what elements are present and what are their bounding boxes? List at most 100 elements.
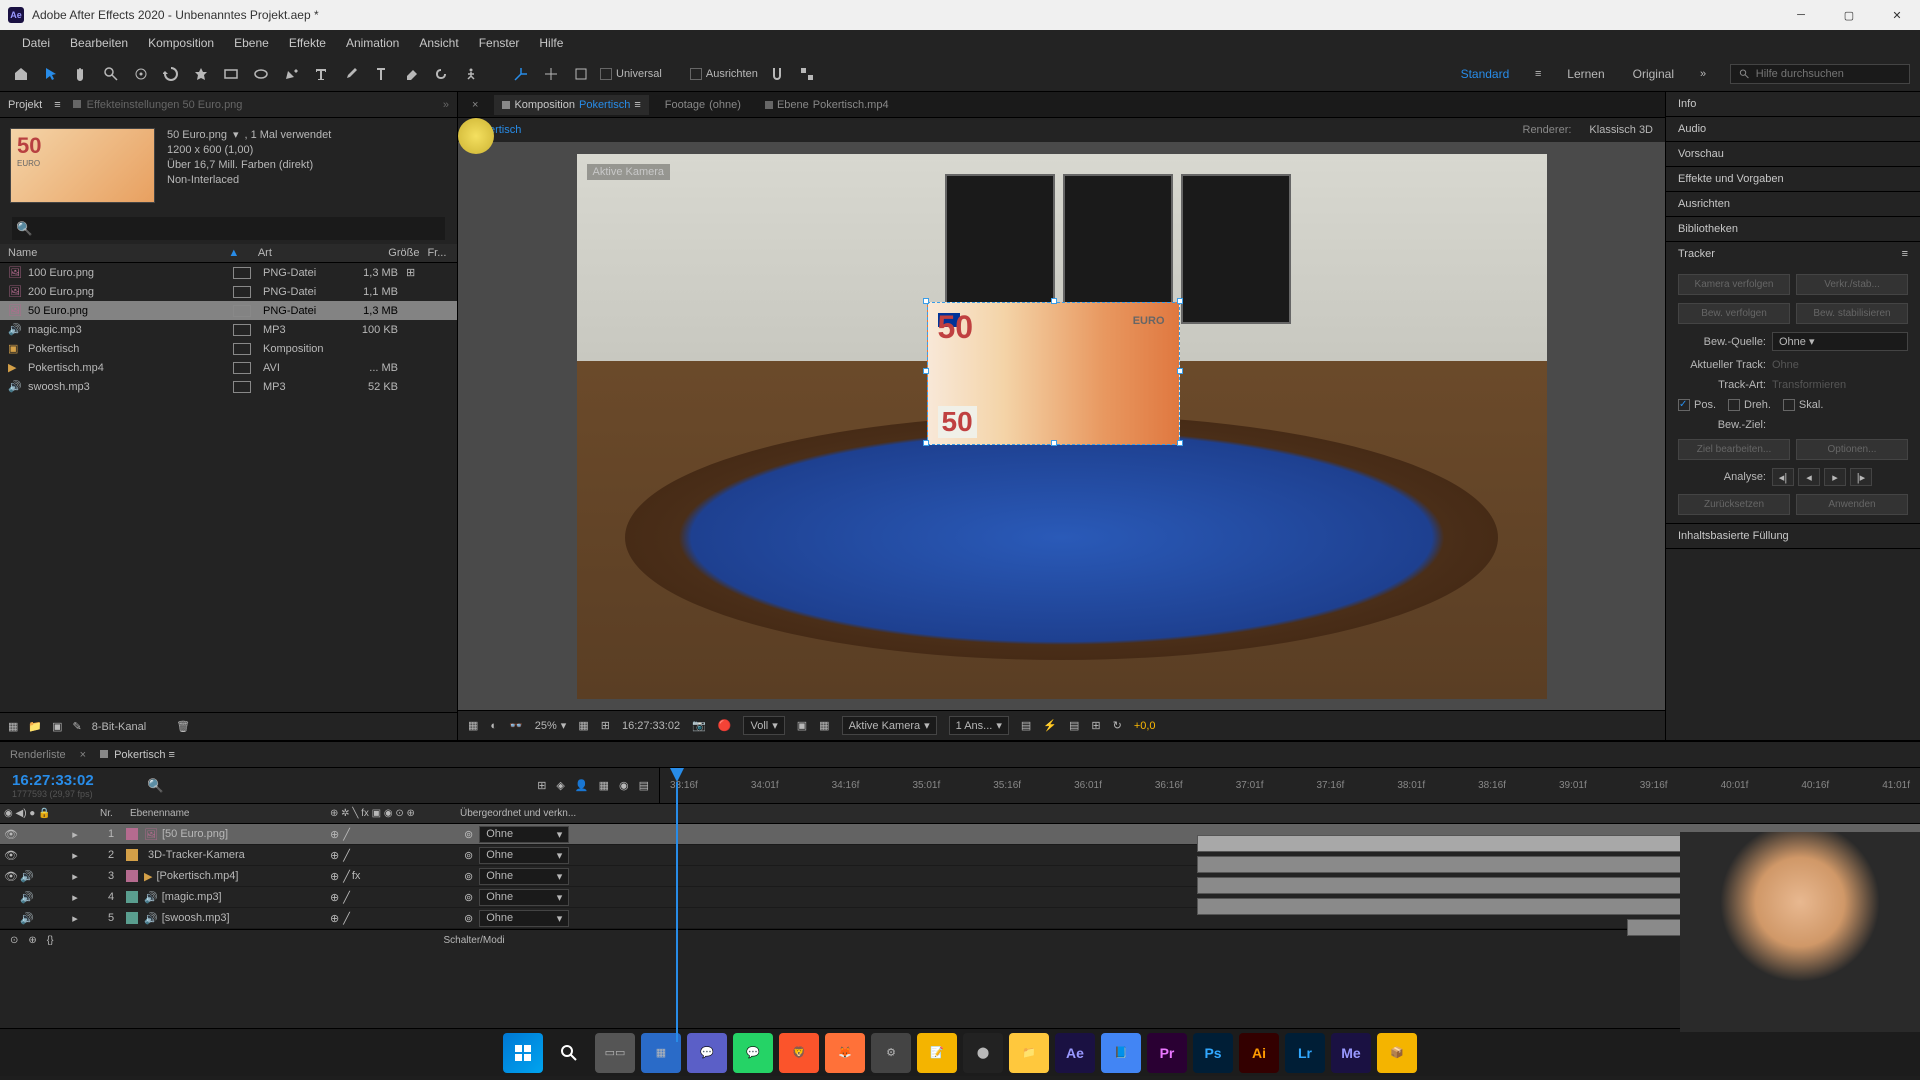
project-row[interactable]: ▣ Pokertisch Komposition: [0, 339, 457, 358]
audio-panel-header[interactable]: Audio: [1666, 117, 1920, 141]
scale-checkbox[interactable]: Skal.: [1783, 399, 1823, 411]
world-axis-button[interactable]: [540, 63, 562, 85]
photoshop-icon[interactable]: Ps: [1193, 1033, 1233, 1073]
puppet-tool[interactable]: [460, 63, 482, 85]
interpret-icon[interactable]: ▦: [8, 720, 18, 733]
app-icon-4[interactable]: 📦: [1377, 1033, 1417, 1073]
help-search-input[interactable]: [1756, 68, 1901, 80]
pan-behind-tool[interactable]: [190, 63, 212, 85]
menu-effekte[interactable]: Effekte: [279, 32, 336, 54]
firefox-icon[interactable]: 🦊: [825, 1033, 865, 1073]
content-aware-panel-header[interactable]: Inhaltsbasierte Füllung: [1666, 524, 1920, 548]
timeline-search-input[interactable]: [147, 778, 519, 793]
tracker-panel-header[interactable]: Tracker≡: [1666, 242, 1920, 266]
effects-panel-header[interactable]: Effekte und Vorgaben: [1666, 167, 1920, 191]
hand-tool[interactable]: [70, 63, 92, 85]
motion-source-dropdown[interactable]: Ohne ▾: [1772, 332, 1908, 351]
rectangle-tool[interactable]: [220, 63, 242, 85]
menu-ebene[interactable]: Ebene: [224, 32, 279, 54]
reset-button[interactable]: Zurücksetzen: [1678, 494, 1790, 515]
illustrator-icon[interactable]: Ai: [1239, 1033, 1279, 1073]
panel-menu-icon[interactable]: ≡: [1902, 248, 1908, 260]
menu-datei[interactable]: Datei: [12, 32, 60, 54]
col-header-fr[interactable]: Fr...: [419, 247, 449, 259]
project-row[interactable]: 🔊 magic.mp3 MP3 100 KB: [0, 320, 457, 339]
composition-tab[interactable]: Komposition Pokertisch ≡: [494, 95, 648, 115]
help-search[interactable]: [1730, 64, 1910, 84]
local-axis-button[interactable]: [510, 63, 532, 85]
app-icon-2[interactable]: 📝: [917, 1033, 957, 1073]
camera-dropdown[interactable]: Aktive Kamera ▾: [842, 716, 937, 735]
project-row[interactable]: 🖼 50 Euro.png PNG-Datei 1,3 MB: [0, 301, 457, 320]
motion-blur-icon[interactable]: ◉: [619, 779, 629, 792]
channel-icon[interactable]: 🔴: [718, 719, 732, 732]
app-icon-1[interactable]: ⚙: [871, 1033, 911, 1073]
workspace-standard[interactable]: Standard: [1451, 63, 1520, 85]
toggle-modes-icon[interactable]: ⊕: [28, 935, 36, 946]
stabilize-motion-button[interactable]: Bew. stabilisieren: [1796, 303, 1908, 324]
workspace-lernen[interactable]: Lernen: [1557, 63, 1614, 85]
workspace-overflow-icon[interactable]: »: [1692, 63, 1714, 85]
ausrichten-checkbox[interactable]: Ausrichten: [690, 68, 758, 80]
type-tool[interactable]: [310, 63, 332, 85]
selection-tool[interactable]: [40, 63, 62, 85]
rotation-checkbox[interactable]: Dreh.: [1728, 399, 1771, 411]
home-button[interactable]: [10, 63, 32, 85]
snap-options-icon[interactable]: [796, 63, 818, 85]
bit-depth-label[interactable]: 8-Bit-Kanal: [92, 721, 146, 733]
toggle-switches-icon[interactable]: ⊙: [10, 935, 18, 946]
menu-ansicht[interactable]: Ansicht: [409, 32, 468, 54]
clone-tool[interactable]: [370, 63, 392, 85]
analyse-fwd-button[interactable]: ▸: [1824, 468, 1846, 486]
sort-icon[interactable]: ▲: [228, 247, 239, 259]
toggle-brackets-icon[interactable]: {}: [47, 935, 54, 946]
after-effects-taskbar-icon[interactable]: Ae: [1055, 1033, 1095, 1073]
col-header-type[interactable]: Art: [258, 247, 351, 259]
timeline-comp-tab[interactable]: Pokertisch ≡: [100, 749, 175, 761]
taskbar-search-icon[interactable]: [549, 1033, 589, 1073]
timeline-timecode[interactable]: 16:27:33:02: [12, 772, 127, 789]
workspace-menu-icon[interactable]: ≡: [1527, 63, 1549, 85]
rotation-tool[interactable]: [160, 63, 182, 85]
start-button[interactable]: [503, 1033, 543, 1073]
grid-icon[interactable]: ▦: [578, 719, 588, 732]
minimize-button[interactable]: ─: [1786, 5, 1816, 25]
footage-tab[interactable]: Footage (ohne): [657, 95, 749, 115]
roi-icon[interactable]: ▣: [797, 719, 807, 732]
info-panel-header[interactable]: Info: [1666, 92, 1920, 116]
panel-overflow-icon[interactable]: »: [443, 99, 449, 111]
lightroom-icon[interactable]: Lr: [1285, 1033, 1325, 1073]
new-comp-icon[interactable]: ▣: [52, 720, 62, 733]
workspace-original[interactable]: Original: [1623, 63, 1684, 85]
maximize-button[interactable]: ▢: [1834, 5, 1864, 25]
adjust-icon[interactable]: ✎: [73, 720, 82, 733]
effect-controls-tab[interactable]: Effekteinstellungen 50 Euro.png: [73, 99, 243, 111]
pixel-aspect-icon[interactable]: ▤: [1021, 719, 1031, 732]
render-queue-tab[interactable]: Renderliste: [10, 749, 66, 761]
snapping-icon[interactable]: [766, 63, 788, 85]
new-folder-icon[interactable]: 📁: [28, 720, 42, 733]
alpha-icon[interactable]: ▦: [468, 719, 478, 732]
view-axis-button[interactable]: [570, 63, 592, 85]
col-header-size[interactable]: Größe: [351, 247, 420, 259]
explorer-icon[interactable]: 📁: [1009, 1033, 1049, 1073]
orbit-tool[interactable]: [130, 63, 152, 85]
frame-blend-icon[interactable]: ▦: [599, 779, 609, 792]
zoom-dropdown[interactable]: 25% ▾: [535, 719, 567, 732]
align-panel-header[interactable]: Ausrichten: [1666, 192, 1920, 216]
analyse-back-button[interactable]: ◂: [1798, 468, 1820, 486]
ellipse-tool[interactable]: [250, 63, 272, 85]
switches-modes-label[interactable]: Schalter/Modi: [443, 935, 504, 946]
comp-flow-icon[interactable]: ⊞: [1091, 719, 1100, 732]
brush-tool[interactable]: [340, 63, 362, 85]
snapshot-icon[interactable]: 📷: [692, 719, 706, 732]
tab-close-icon[interactable]: ×: [80, 749, 86, 761]
viewer-timecode[interactable]: 16:27:33:02: [622, 720, 680, 732]
project-row[interactable]: 🖼 200 Euro.png PNG-Datei 1,1 MB: [0, 282, 457, 301]
teams-icon[interactable]: 💬: [687, 1033, 727, 1073]
task-view-icon[interactable]: ▭▭: [595, 1033, 635, 1073]
project-tab-menu[interactable]: ≡: [54, 99, 60, 111]
analyse-fwd-1-button[interactable]: |▸: [1850, 468, 1872, 486]
project-tab[interactable]: Projekt: [8, 99, 42, 111]
reset-exposure-icon[interactable]: ↻: [1113, 719, 1122, 732]
